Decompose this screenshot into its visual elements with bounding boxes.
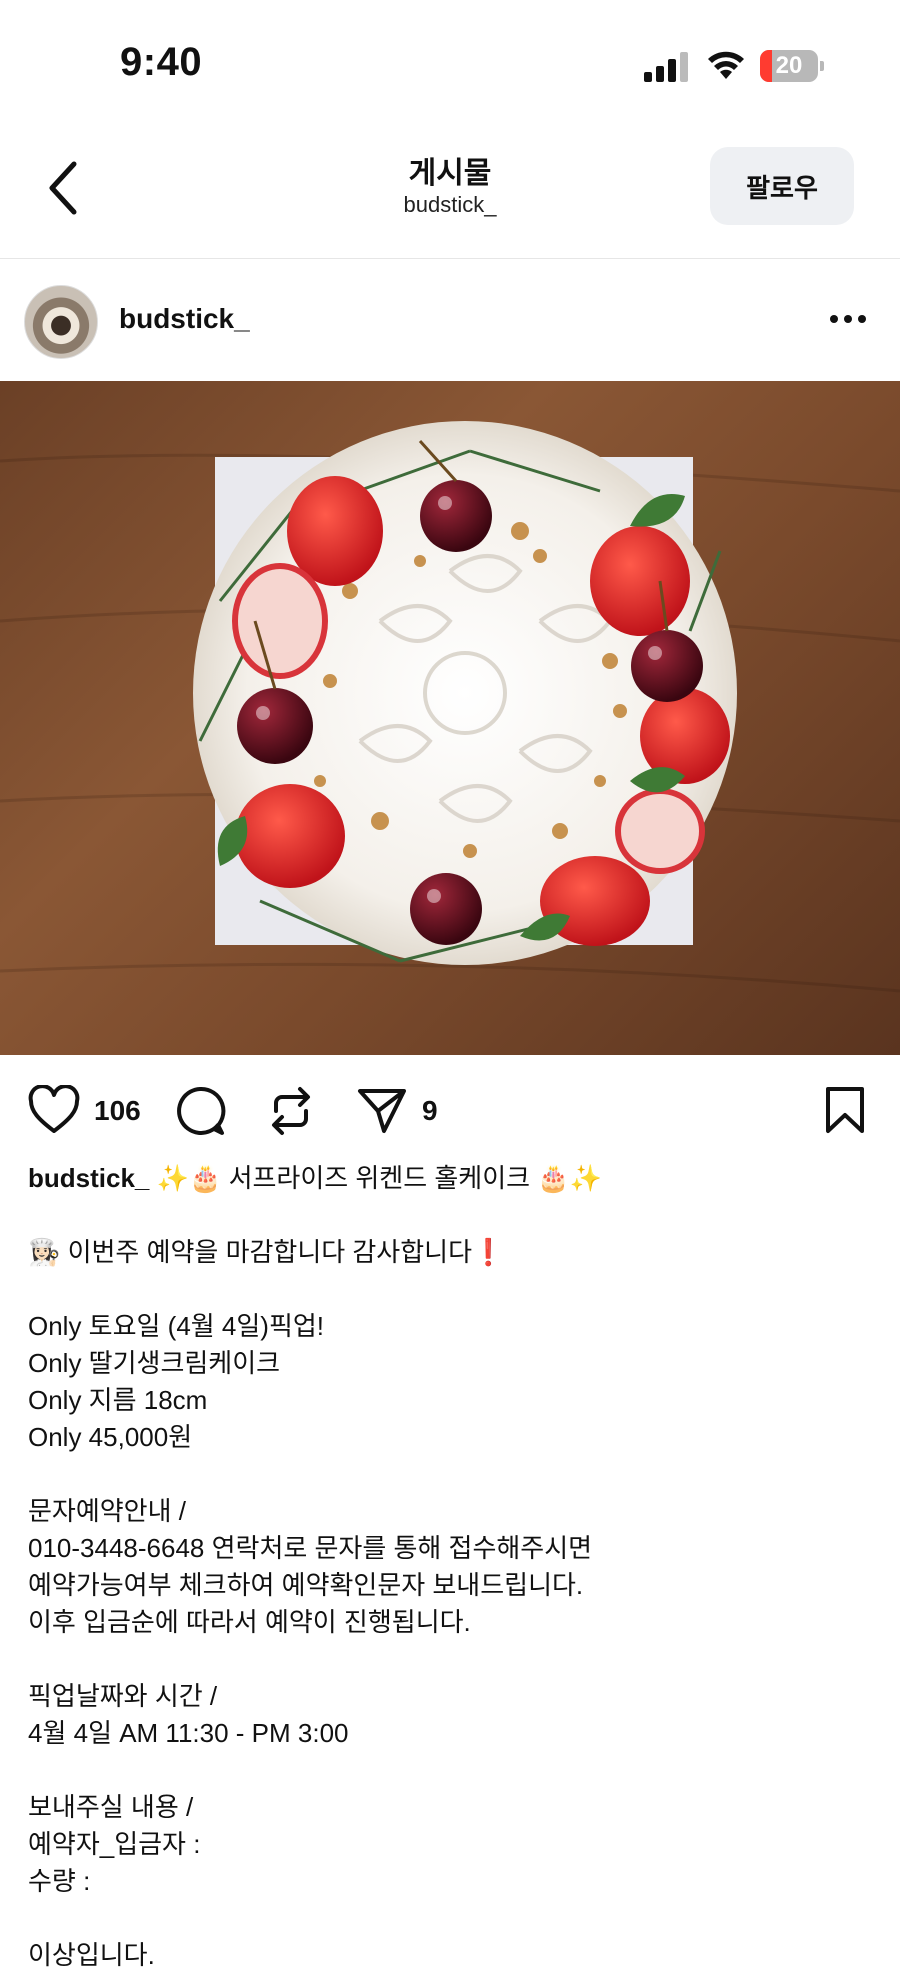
battery-indicator: 20	[760, 50, 824, 82]
caption-line: 4월 4일 AM 11:30 - PM 3:00	[28, 1718, 349, 1748]
caption-line: 이상입니다.	[28, 1940, 155, 1970]
send-icon[interactable]	[356, 1085, 408, 1135]
caption-line: 010-3448-6648 연락처로 문자를 통해 접수해주시면	[28, 1533, 593, 1563]
caption-line: 문자예약안내 /	[28, 1496, 186, 1526]
caption-line: 예약자_입금자 :	[28, 1829, 201, 1859]
caption-line: Only 45,000원	[28, 1422, 193, 1452]
caption-line: Only 딸기생크림케이크	[28, 1348, 281, 1378]
caption-line: 보내주실 내용 /	[28, 1792, 194, 1822]
cellular-signal-icon	[644, 52, 688, 82]
caption-heading: budstick_ ✨🎂 서프라이즈 위켄드 홀케이크 🎂✨	[28, 1160, 878, 1197]
caption-line: 👩🏻‍🍳 이번주 예약을 마감합니다 감사합니다❗	[28, 1237, 505, 1267]
bookmark-icon[interactable]	[824, 1085, 866, 1135]
author-username[interactable]: budstick_	[119, 303, 250, 335]
caption-line: 이후 입금순에 따라서 예약이 진행됩니다.	[28, 1607, 471, 1637]
comment-icon[interactable]	[174, 1085, 226, 1137]
caption-line: Only 토요일 (4월 4일)픽업!	[28, 1311, 325, 1341]
caption-line: 수량 :	[28, 1866, 91, 1896]
caption-username[interactable]: budstick_	[28, 1163, 149, 1193]
heart-icon[interactable]	[28, 1085, 80, 1135]
wifi-icon	[708, 51, 744, 79]
post-caption: budstick_ ✨🎂 서프라이즈 위켄드 홀케이크 🎂✨ 👩🏻‍🍳 이번주 …	[28, 1160, 878, 1974]
caption-body: 👩🏻‍🍳 이번주 예약을 마감합니다 감사합니다❗ Only 토요일 (4월 4일…	[28, 1197, 878, 1974]
caption-line: Only 지름 18cm	[28, 1385, 208, 1415]
caption-line: 예약가능여부 체크하여 예약확인문자 보내드립니다.	[28, 1570, 584, 1600]
status-bar: 9:40 20	[0, 0, 900, 130]
more-dots-icon[interactable]	[824, 301, 872, 337]
post-photo[interactable]	[0, 381, 900, 1055]
share-count[interactable]: 9	[422, 1095, 438, 1127]
caption-line: 픽업날짜와 시간 /	[28, 1681, 218, 1711]
avatar[interactable]	[24, 285, 98, 359]
caption-title: ✨🎂 서프라이즈 위켄드 홀케이크 🎂✨	[149, 1163, 603, 1193]
battery-percent: 20	[775, 52, 803, 79]
follow-button[interactable]: 팔로우	[710, 147, 854, 225]
status-time: 9:40	[120, 40, 203, 84]
like-count[interactable]: 106	[94, 1095, 141, 1127]
cake-image	[0, 421, 900, 993]
post-actions: 106 9	[0, 1055, 900, 1165]
post-header: 게시물 budstick_ 팔로우	[0, 130, 900, 259]
post-author-row: budstick_	[0, 259, 900, 381]
repost-icon[interactable]	[268, 1085, 314, 1137]
